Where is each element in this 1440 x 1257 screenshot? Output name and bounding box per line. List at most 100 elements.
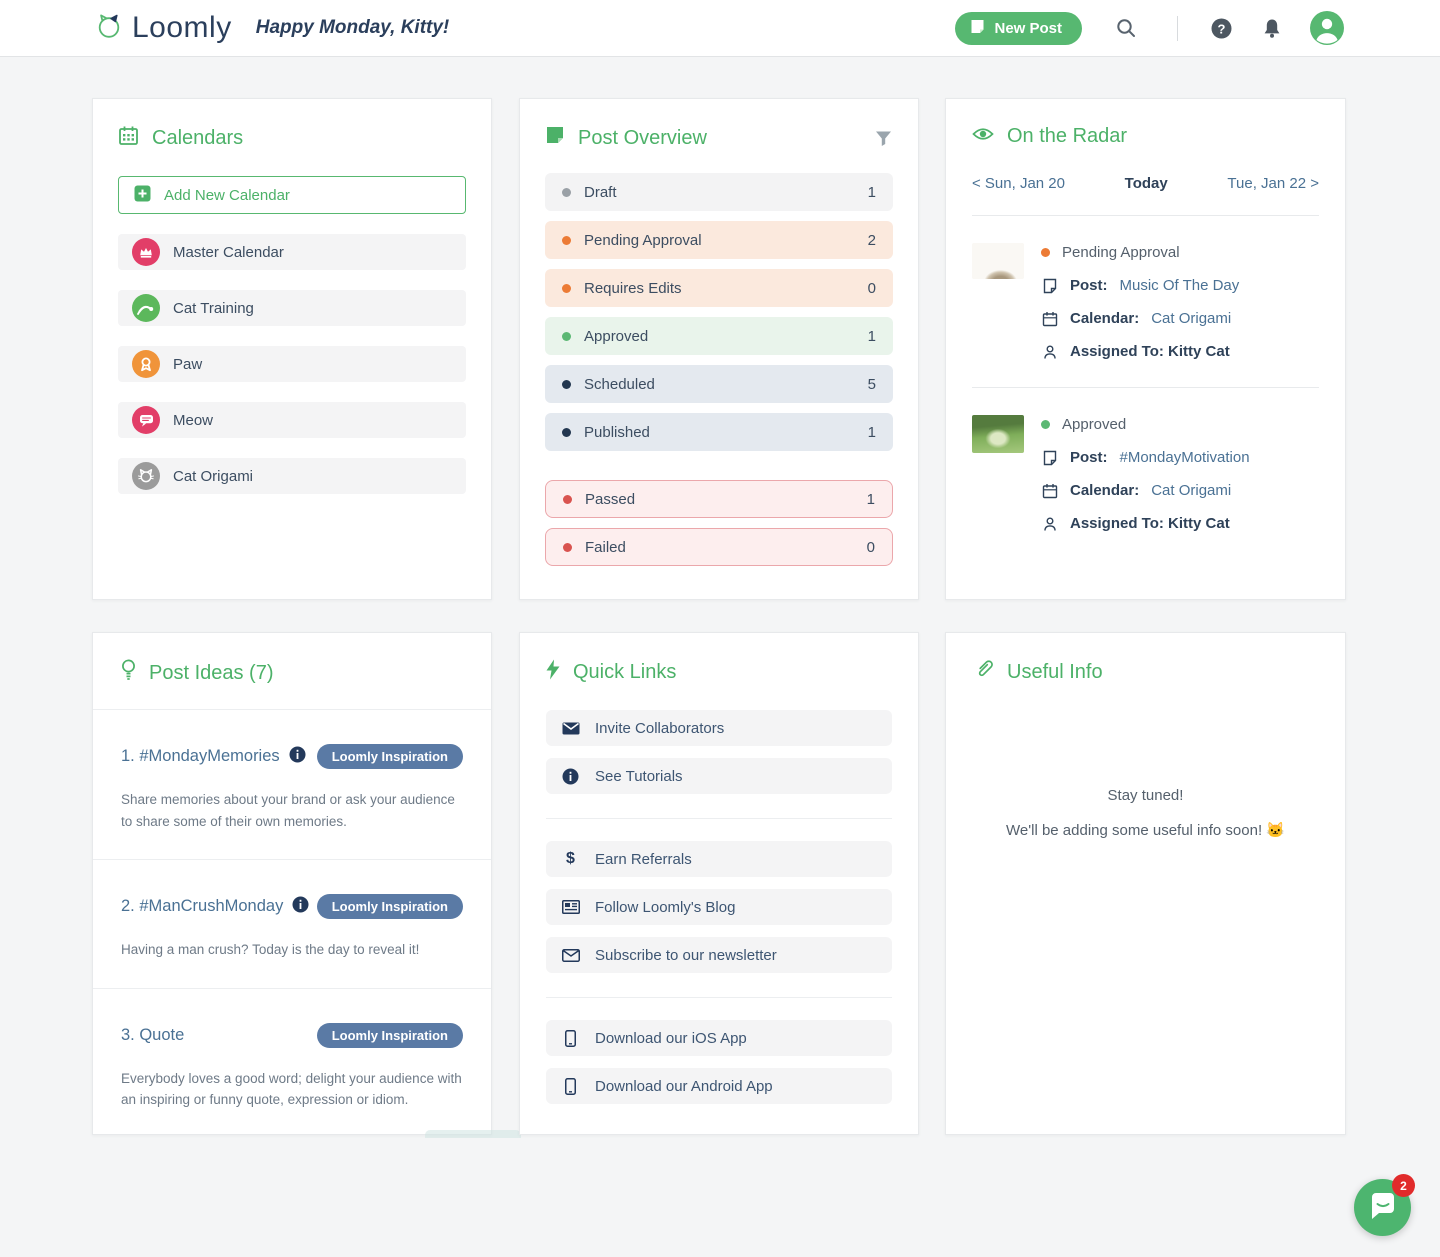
status-row-draft[interactable]: Draft 1 <box>545 173 893 211</box>
search-icon[interactable] <box>1115 17 1137 39</box>
status-label: Requires Edits <box>584 280 682 297</box>
see-tutorials-link[interactable]: See Tutorials <box>546 758 892 794</box>
radar-next-day-link[interactable]: Tue, Jan 22 > <box>1227 175 1319 192</box>
eye-icon <box>972 125 994 148</box>
post-idea-description: Everybody loves a good word; delight you… <box>121 1068 463 1111</box>
radar-status-label: Approved <box>1062 416 1126 433</box>
status-dot <box>562 188 571 197</box>
award-icon <box>132 350 160 378</box>
quick-link-label: Invite Collaborators <box>595 720 724 737</box>
status-row-scheduled[interactable]: Scheduled 5 <box>545 365 893 403</box>
loomly-inspiration-badge[interactable]: Loomly Inspiration <box>317 744 463 769</box>
post-idea-item-3: 3. Quote Loomly Inspiration Everybody lo… <box>93 988 491 1138</box>
post-idea-title-link[interactable]: 1. #MondayMemories <box>121 746 306 768</box>
status-label: Scheduled <box>584 376 655 393</box>
radar-prev-day-link[interactable]: < Sun, Jan 20 <box>972 175 1065 192</box>
paperclip-icon <box>974 659 994 685</box>
stay-tuned-text: Stay tuned! <box>974 787 1317 804</box>
logo-text: Loomly <box>132 11 232 45</box>
status-row-passed[interactable]: Passed 1 <box>545 480 893 518</box>
quick-link-label: Follow Loomly's Blog <box>595 899 735 916</box>
subscribe-newsletter-link[interactable]: Subscribe to our newsletter <box>546 937 892 973</box>
post-idea-item-2: 2. #ManCrushMonday Loomly Inspiration Ha… <box>93 859 491 988</box>
post-title-link[interactable]: #MondayMotivation <box>1120 449 1250 466</box>
status-row-failed[interactable]: Failed 0 <box>545 528 893 566</box>
quick-link-label: Earn Referrals <box>595 851 692 868</box>
post-thumbnail-cat <box>972 243 1024 279</box>
assigned-to-label: Assigned To: Kitty Cat <box>1070 343 1230 360</box>
status-count: 1 <box>868 328 876 345</box>
status-label: Passed <box>585 491 635 508</box>
status-label: Failed <box>585 539 626 556</box>
loomly-brand[interactable]: Loomly <box>95 11 232 45</box>
post-idea-description: Having a man crush? Today is the day to … <box>121 939 463 961</box>
status-dot <box>1041 420 1050 429</box>
calendars-card: Calendars Add New Calendar Master Calend… <box>92 98 492 600</box>
info-icon[interactable] <box>292 896 309 918</box>
speech-bubble-icon <box>132 406 160 434</box>
calendar-item-paw[interactable]: Paw <box>118 346 466 382</box>
status-label: Published <box>584 424 650 441</box>
post-overview-title-text: Post Overview <box>578 127 707 150</box>
status-dot <box>562 236 571 245</box>
add-new-calendar-button[interactable]: Add New Calendar <box>118 176 466 214</box>
status-row-published[interactable]: Published 1 <box>545 413 893 451</box>
calendar-item-master[interactable]: Master Calendar <box>118 234 466 270</box>
invite-collaborators-link[interactable]: Invite Collaborators <box>546 710 892 746</box>
loomly-inspiration-badge[interactable]: Loomly Inspiration <box>317 1023 463 1048</box>
earn-referrals-link[interactable]: $ Earn Referrals <box>546 841 892 877</box>
post-idea-title-link[interactable]: 2. #ManCrushMonday <box>121 896 309 918</box>
status-row-requires-edits[interactable]: Requires Edits 0 <box>545 269 893 307</box>
calendar-item-label: Meow <box>173 412 213 429</box>
help-icon[interactable]: ? <box>1210 17 1233 40</box>
radar-item-approved[interactable]: Approved Post: #MondayMotivation Calenda… <box>972 388 1319 533</box>
notifications-bell-icon[interactable] <box>1261 17 1283 40</box>
user-avatar[interactable] <box>1309 10 1345 46</box>
calendar-item-cat-training[interactable]: Cat Training <box>118 290 466 326</box>
mobile-phone-icon <box>561 1030 580 1047</box>
add-new-calendar-label: Add New Calendar <box>164 187 290 204</box>
post-idea-title-text: 3. Quote <box>121 1026 184 1045</box>
post-ideas-card: Post Ideas (7) 1. #MondayMemories Loomly… <box>92 632 492 1135</box>
calendar-item-label: Cat Training <box>173 300 254 317</box>
status-row-approved[interactable]: Approved 1 <box>545 317 893 355</box>
new-post-button[interactable]: New Post <box>955 12 1082 45</box>
download-android-app-link[interactable]: Download our Android App <box>546 1068 892 1104</box>
calendar-item-meow[interactable]: Meow <box>118 402 466 438</box>
top-bar: Loomly Happy Monday, Kitty! New Post ? <box>0 0 1440 57</box>
filter-icon[interactable] <box>874 129 893 148</box>
useful-info-card-title: Useful Info <box>974 659 1317 685</box>
status-dot <box>563 495 572 504</box>
calendars-title-text: Calendars <box>152 127 243 150</box>
status-count: 0 <box>868 280 876 297</box>
post-idea-title-text: 1. #MondayMemories <box>121 747 280 766</box>
post-overview-card-title: Post Overview <box>545 125 707 151</box>
post-idea-title-link[interactable]: 3. Quote <box>121 1026 184 1045</box>
status-row-pending-approval[interactable]: Pending Approval 2 <box>545 221 893 259</box>
calendar-name-link[interactable]: Cat Origami <box>1151 310 1231 327</box>
loomly-inspiration-badge[interactable]: Loomly Inspiration <box>317 894 463 919</box>
quick-links-divider <box>546 818 892 819</box>
post-title-link[interactable]: Music Of The Day <box>1120 277 1240 294</box>
post-thumbnail-field <box>972 415 1024 453</box>
calendar-item-label: Master Calendar <box>173 244 284 261</box>
dollar-icon: $ <box>561 850 580 868</box>
calendar-name-link[interactable]: Cat Origami <box>1151 482 1231 499</box>
radar-title-text: On the Radar <box>1007 125 1127 148</box>
info-circle-icon <box>561 768 580 785</box>
crown-icon <box>132 238 160 266</box>
useful-info-title-text: Useful Info <box>1007 661 1103 684</box>
download-ios-app-link[interactable]: Download our iOS App <box>546 1020 892 1056</box>
follow-blog-link[interactable]: Follow Loomly's Blog <box>546 889 892 925</box>
radar-item-pending[interactable]: Pending Approval Post: Music Of The Day … <box>972 216 1319 361</box>
assigned-to-label: Assigned To: Kitty Cat <box>1070 515 1230 532</box>
quick-link-label: See Tutorials <box>595 768 683 785</box>
note-icon <box>1041 450 1058 466</box>
chat-widget-button[interactable]: 2 <box>1354 1179 1411 1236</box>
info-icon[interactable] <box>289 746 306 768</box>
sticky-note-icon <box>545 125 565 151</box>
calendar-item-label: Cat Origami <box>173 468 253 485</box>
status-dot <box>563 543 572 552</box>
calendar-item-cat-origami[interactable]: Cat Origami <box>118 458 466 494</box>
svg-text:?: ? <box>1218 21 1226 36</box>
